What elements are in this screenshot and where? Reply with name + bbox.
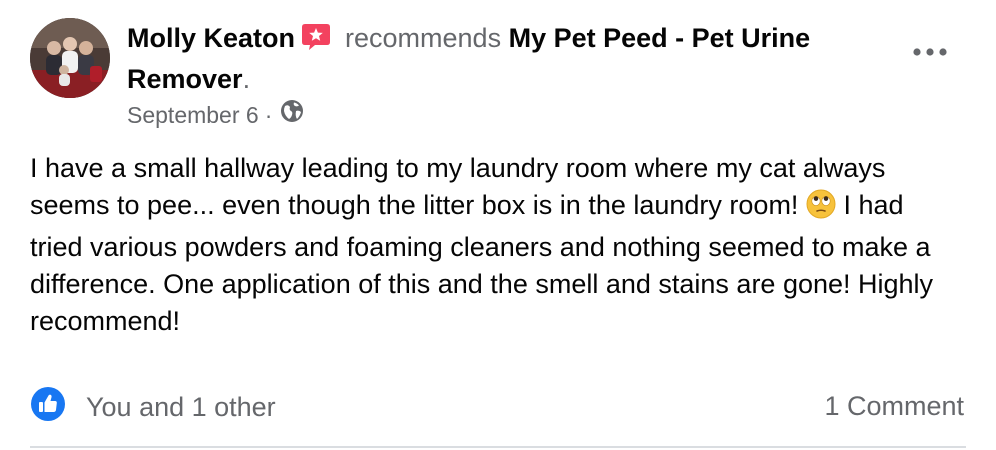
recommendation-star-icon (301, 23, 331, 61)
reactions-summary[interactable]: You and 1 other (30, 386, 276, 429)
post-header: Molly Keaton recommends My Pet Peed - Pet… (127, 20, 907, 98)
like-icon (30, 386, 66, 429)
comments-count-link[interactable]: 1 Comment (824, 386, 964, 426)
profile-photo (30, 18, 110, 98)
recommends-label: recommends (345, 23, 502, 53)
face-with-rolling-eyes-emoji (806, 189, 836, 229)
more-options-icon (913, 48, 947, 56)
review-post: Molly Keaton recommends My Pet Peed - Pet… (0, 0, 996, 450)
avatar[interactable] (30, 18, 110, 98)
more-options-button[interactable] (910, 38, 950, 66)
divider (30, 446, 966, 448)
author-name[interactable]: Molly Keaton (127, 23, 295, 53)
post-body: I have a small hallway leading to my lau… (30, 150, 960, 340)
header-period: . (242, 64, 251, 94)
post-meta: September 6 · (127, 99, 304, 131)
post-body-text-1: I have a small hallway leading to my lau… (30, 153, 886, 220)
post-date[interactable]: September 6 (127, 99, 259, 131)
meta-separator: · (264, 102, 273, 128)
globe-icon[interactable] (280, 99, 304, 131)
reactions-count-text: You and 1 other (86, 392, 276, 422)
